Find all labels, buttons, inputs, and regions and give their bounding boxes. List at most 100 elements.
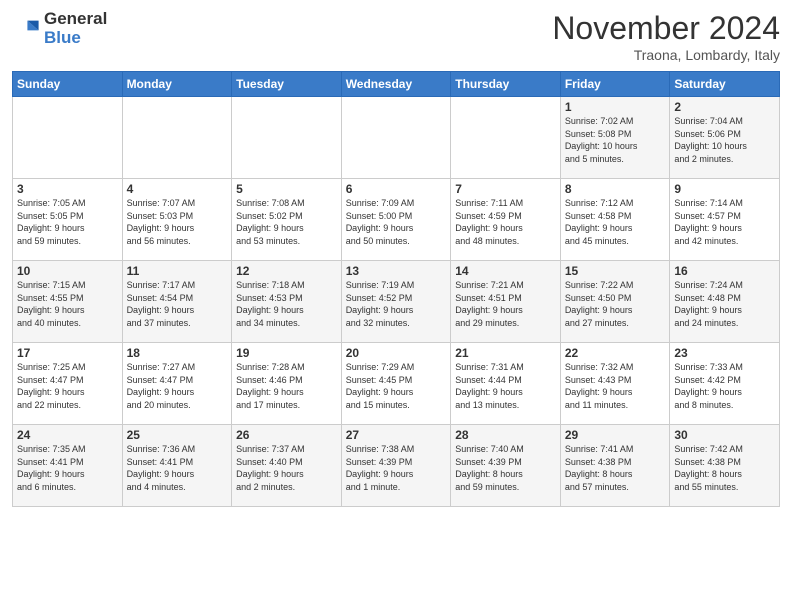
calendar-cell: 9Sunrise: 7:14 AM Sunset: 4:57 PM Daylig… (670, 179, 780, 261)
day-info: Sunrise: 7:33 AM Sunset: 4:42 PM Dayligh… (674, 361, 775, 411)
day-number: 7 (455, 182, 556, 196)
day-header-monday: Monday (122, 72, 232, 97)
day-number: 24 (17, 428, 118, 442)
day-number: 25 (127, 428, 228, 442)
day-header-saturday: Saturday (670, 72, 780, 97)
day-info: Sunrise: 7:27 AM Sunset: 4:47 PM Dayligh… (127, 361, 228, 411)
day-info: Sunrise: 7:28 AM Sunset: 4:46 PM Dayligh… (236, 361, 337, 411)
calendar-cell: 17Sunrise: 7:25 AM Sunset: 4:47 PM Dayli… (13, 343, 123, 425)
page-container: General Blue November 2024 Traona, Lomba… (0, 0, 792, 515)
week-row-3: 17Sunrise: 7:25 AM Sunset: 4:47 PM Dayli… (13, 343, 780, 425)
title-block: November 2024 Traona, Lombardy, Italy (552, 10, 780, 63)
day-info: Sunrise: 7:17 AM Sunset: 4:54 PM Dayligh… (127, 279, 228, 329)
calendar-cell: 23Sunrise: 7:33 AM Sunset: 4:42 PM Dayli… (670, 343, 780, 425)
calendar-cell: 10Sunrise: 7:15 AM Sunset: 4:55 PM Dayli… (13, 261, 123, 343)
day-number: 4 (127, 182, 228, 196)
week-row-4: 24Sunrise: 7:35 AM Sunset: 4:41 PM Dayli… (13, 425, 780, 507)
day-info: Sunrise: 7:31 AM Sunset: 4:44 PM Dayligh… (455, 361, 556, 411)
calendar-cell: 27Sunrise: 7:38 AM Sunset: 4:39 PM Dayli… (341, 425, 451, 507)
day-info: Sunrise: 7:32 AM Sunset: 4:43 PM Dayligh… (565, 361, 666, 411)
day-info: Sunrise: 7:41 AM Sunset: 4:38 PM Dayligh… (565, 443, 666, 493)
day-info: Sunrise: 7:25 AM Sunset: 4:47 PM Dayligh… (17, 361, 118, 411)
day-info: Sunrise: 7:24 AM Sunset: 4:48 PM Dayligh… (674, 279, 775, 329)
day-info: Sunrise: 7:05 AM Sunset: 5:05 PM Dayligh… (17, 197, 118, 247)
calendar-cell (341, 97, 451, 179)
day-info: Sunrise: 7:42 AM Sunset: 4:38 PM Dayligh… (674, 443, 775, 493)
week-row-1: 3Sunrise: 7:05 AM Sunset: 5:05 PM Daylig… (13, 179, 780, 261)
day-number: 8 (565, 182, 666, 196)
calendar-cell: 28Sunrise: 7:40 AM Sunset: 4:39 PM Dayli… (451, 425, 561, 507)
calendar-cell (122, 97, 232, 179)
calendar-cell: 6Sunrise: 7:09 AM Sunset: 5:00 PM Daylig… (341, 179, 451, 261)
logo-text: General Blue (44, 10, 107, 47)
day-number: 2 (674, 100, 775, 114)
days-header-row: SundayMondayTuesdayWednesdayThursdayFrid… (13, 72, 780, 97)
day-number: 17 (17, 346, 118, 360)
calendar-cell: 15Sunrise: 7:22 AM Sunset: 4:50 PM Dayli… (560, 261, 670, 343)
day-number: 6 (346, 182, 447, 196)
week-row-0: 1Sunrise: 7:02 AM Sunset: 5:08 PM Daylig… (13, 97, 780, 179)
day-number: 22 (565, 346, 666, 360)
day-info: Sunrise: 7:04 AM Sunset: 5:06 PM Dayligh… (674, 115, 775, 165)
day-info: Sunrise: 7:19 AM Sunset: 4:52 PM Dayligh… (346, 279, 447, 329)
calendar-cell: 24Sunrise: 7:35 AM Sunset: 4:41 PM Dayli… (13, 425, 123, 507)
calendar-cell: 7Sunrise: 7:11 AM Sunset: 4:59 PM Daylig… (451, 179, 561, 261)
calendar-cell: 20Sunrise: 7:29 AM Sunset: 4:45 PM Dayli… (341, 343, 451, 425)
day-info: Sunrise: 7:22 AM Sunset: 4:50 PM Dayligh… (565, 279, 666, 329)
day-header-wednesday: Wednesday (341, 72, 451, 97)
day-info: Sunrise: 7:35 AM Sunset: 4:41 PM Dayligh… (17, 443, 118, 493)
day-number: 16 (674, 264, 775, 278)
day-number: 29 (565, 428, 666, 442)
day-number: 21 (455, 346, 556, 360)
day-header-friday: Friday (560, 72, 670, 97)
header: General Blue November 2024 Traona, Lomba… (12, 10, 780, 63)
day-info: Sunrise: 7:07 AM Sunset: 5:03 PM Dayligh… (127, 197, 228, 247)
day-info: Sunrise: 7:11 AM Sunset: 4:59 PM Dayligh… (455, 197, 556, 247)
calendar-cell: 13Sunrise: 7:19 AM Sunset: 4:52 PM Dayli… (341, 261, 451, 343)
day-info: Sunrise: 7:14 AM Sunset: 4:57 PM Dayligh… (674, 197, 775, 247)
month-title: November 2024 (552, 10, 780, 47)
day-header-tuesday: Tuesday (232, 72, 342, 97)
calendar-cell: 2Sunrise: 7:04 AM Sunset: 5:06 PM Daylig… (670, 97, 780, 179)
logo: General Blue (12, 10, 107, 47)
day-number: 10 (17, 264, 118, 278)
day-number: 30 (674, 428, 775, 442)
calendar-cell: 18Sunrise: 7:27 AM Sunset: 4:47 PM Dayli… (122, 343, 232, 425)
day-info: Sunrise: 7:18 AM Sunset: 4:53 PM Dayligh… (236, 279, 337, 329)
calendar-cell: 14Sunrise: 7:21 AM Sunset: 4:51 PM Dayli… (451, 261, 561, 343)
calendar-cell: 19Sunrise: 7:28 AM Sunset: 4:46 PM Dayli… (232, 343, 342, 425)
day-info: Sunrise: 7:12 AM Sunset: 4:58 PM Dayligh… (565, 197, 666, 247)
day-number: 26 (236, 428, 337, 442)
day-info: Sunrise: 7:36 AM Sunset: 4:41 PM Dayligh… (127, 443, 228, 493)
calendar-cell: 11Sunrise: 7:17 AM Sunset: 4:54 PM Dayli… (122, 261, 232, 343)
day-number: 11 (127, 264, 228, 278)
calendar-table: SundayMondayTuesdayWednesdayThursdayFrid… (12, 71, 780, 507)
day-number: 18 (127, 346, 228, 360)
day-info: Sunrise: 7:08 AM Sunset: 5:02 PM Dayligh… (236, 197, 337, 247)
week-row-2: 10Sunrise: 7:15 AM Sunset: 4:55 PM Dayli… (13, 261, 780, 343)
calendar-cell: 5Sunrise: 7:08 AM Sunset: 5:02 PM Daylig… (232, 179, 342, 261)
calendar-cell: 8Sunrise: 7:12 AM Sunset: 4:58 PM Daylig… (560, 179, 670, 261)
day-number: 20 (346, 346, 447, 360)
calendar-cell: 21Sunrise: 7:31 AM Sunset: 4:44 PM Dayli… (451, 343, 561, 425)
calendar-cell: 22Sunrise: 7:32 AM Sunset: 4:43 PM Dayli… (560, 343, 670, 425)
logo-icon (12, 15, 40, 43)
calendar-cell: 25Sunrise: 7:36 AM Sunset: 4:41 PM Dayli… (122, 425, 232, 507)
day-header-thursday: Thursday (451, 72, 561, 97)
day-number: 28 (455, 428, 556, 442)
calendar-cell: 30Sunrise: 7:42 AM Sunset: 4:38 PM Dayli… (670, 425, 780, 507)
day-info: Sunrise: 7:02 AM Sunset: 5:08 PM Dayligh… (565, 115, 666, 165)
calendar-cell: 16Sunrise: 7:24 AM Sunset: 4:48 PM Dayli… (670, 261, 780, 343)
location: Traona, Lombardy, Italy (552, 47, 780, 63)
day-number: 1 (565, 100, 666, 114)
calendar-cell: 29Sunrise: 7:41 AM Sunset: 4:38 PM Dayli… (560, 425, 670, 507)
day-info: Sunrise: 7:09 AM Sunset: 5:00 PM Dayligh… (346, 197, 447, 247)
day-info: Sunrise: 7:40 AM Sunset: 4:39 PM Dayligh… (455, 443, 556, 493)
day-number: 3 (17, 182, 118, 196)
day-number: 23 (674, 346, 775, 360)
day-number: 19 (236, 346, 337, 360)
calendar-cell: 3Sunrise: 7:05 AM Sunset: 5:05 PM Daylig… (13, 179, 123, 261)
day-number: 5 (236, 182, 337, 196)
day-number: 27 (346, 428, 447, 442)
calendar-cell: 26Sunrise: 7:37 AM Sunset: 4:40 PM Dayli… (232, 425, 342, 507)
